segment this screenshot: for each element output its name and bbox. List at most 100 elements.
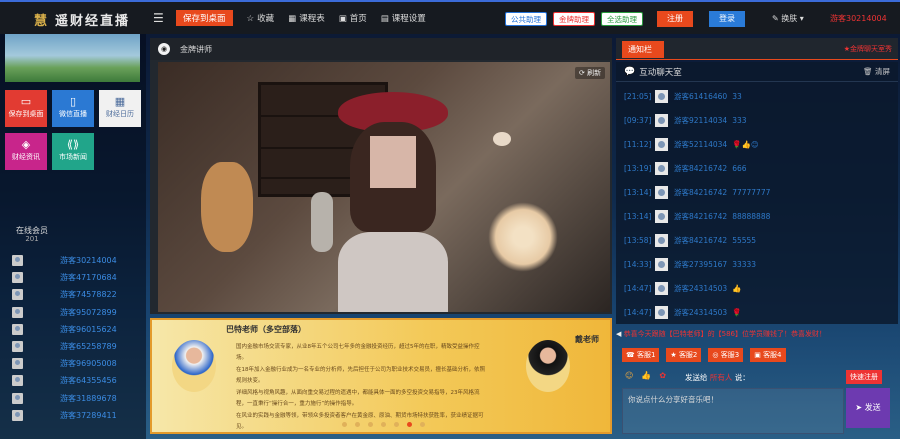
member-name: 游客31889678: [60, 393, 117, 403]
current-user[interactable]: 游客30214004: [830, 13, 887, 24]
desc-line: 详细风格与视角风趣，从面向重交易过程的遗遇中，都能具体一面的多空投资交易指导，2…: [236, 390, 480, 407]
service-button[interactable]: ★ 客服2: [666, 348, 702, 362]
carousel-dot[interactable]: [342, 422, 347, 427]
message-time: [14:47]: [624, 283, 652, 293]
chat-message: [11:12] 游客52114034 🌹👍😊: [624, 132, 894, 156]
message-text: 👍: [732, 283, 742, 293]
message-user[interactable]: 游客84216742: [674, 163, 727, 174]
clear-screen-button[interactable]: 🗑 清屏: [863, 66, 890, 77]
message-time: [13:58]: [624, 235, 652, 245]
message-user[interactable]: 游客24314503: [674, 307, 727, 318]
message-user[interactable]: 游客24314503: [674, 283, 727, 294]
avatar-icon: [655, 209, 668, 223]
message-text: 333: [732, 115, 747, 125]
chat-message: [09:37] 游客92114034 333: [624, 108, 894, 132]
carousel-dot[interactable]: [368, 422, 373, 427]
message-user[interactable]: 游客92114034: [674, 115, 727, 126]
member-name: 游客96015624: [60, 324, 117, 334]
phone-icon: ▯: [69, 95, 77, 108]
message-user[interactable]: 游客84216742: [674, 187, 727, 198]
refresh-icon: ⟳: [579, 69, 588, 77]
message-text: 77777777: [732, 187, 771, 197]
avatar-icon: [655, 305, 668, 319]
member-item[interactable]: 游客65258789: [12, 338, 140, 355]
tile-finance-news[interactable]: ◈ 财经资讯: [5, 133, 47, 170]
member-item[interactable]: 游客95072899: [12, 304, 140, 321]
avatar-icon: [12, 375, 23, 387]
save-desktop-button[interactable]: 保存到桌面: [176, 10, 233, 26]
member-item[interactable]: 游客31889678: [12, 390, 140, 407]
member-item[interactable]: 游客74578822: [12, 286, 140, 303]
carousel-dot[interactable]: [355, 422, 360, 427]
member-item[interactable]: 游客47170684: [12, 269, 140, 286]
carousel-dot-active[interactable]: [407, 422, 412, 427]
chat-message: [13:19] 游客84216742 666: [624, 156, 894, 180]
tile-save-desktop[interactable]: ▭ 保存到桌面: [5, 90, 47, 127]
flower-icon[interactable]: ✿: [659, 371, 666, 380]
carousel-dot[interactable]: [420, 422, 425, 427]
carousel-dot[interactable]: [394, 422, 399, 427]
schedule-label: 课程表: [299, 14, 325, 24]
avatar-icon: [655, 185, 668, 199]
course-settings-link[interactable]: ▤ 课程设置: [381, 12, 426, 24]
assistant-tags: 公共助理 金牌助理 全选助理 注册 登录: [505, 11, 745, 27]
monitor-icon: ▭: [20, 95, 32, 108]
message-time: [21:05]: [624, 91, 652, 101]
member-item[interactable]: 游客37289411: [12, 407, 140, 424]
tile-market-news[interactable]: ⟪⟫ 市场新闻: [52, 133, 94, 170]
member-item[interactable]: 游客96015624: [12, 321, 140, 338]
presenter-badge-icon: ◉: [158, 43, 170, 55]
emoji-icon[interactable]: ☺: [625, 371, 633, 380]
message-user[interactable]: 游客84216742: [674, 235, 727, 246]
favorite-link[interactable]: ☆ 收藏: [247, 12, 275, 24]
send-to-target: 所有人: [709, 373, 733, 382]
service-label: 客服2: [678, 351, 698, 359]
thumbs-up-icon[interactable]: 👍: [641, 371, 651, 380]
logo[interactable]: 慧遥财经直播: [34, 10, 130, 29]
tile-finance-calendar[interactable]: ▦ 财经日历: [99, 90, 141, 127]
send-icon: ➤: [855, 403, 865, 412]
register-button[interactable]: 注册: [657, 11, 693, 27]
refresh-button[interactable]: ⟳ 刷新: [575, 67, 606, 79]
tile-wechat-live[interactable]: ▯ 微信直播: [52, 90, 94, 127]
notice-tab[interactable]: 通知栏: [622, 41, 664, 58]
logo-text: 遥财经直播: [55, 14, 131, 29]
live-video[interactable]: [158, 62, 610, 312]
avatar-icon: [12, 272, 23, 284]
service-button[interactable]: ▣ 客服4: [750, 348, 786, 362]
message-list: [21:05] 游客61416460 33 [09:37] 游客92114034 333…: [624, 84, 894, 324]
video-panel: ◉ 金牌讲师: [150, 38, 612, 314]
gold-assistant-tag[interactable]: 金牌助理: [553, 12, 595, 26]
message-user[interactable]: 游客61416460: [674, 91, 727, 102]
service-button[interactable]: ☎ 客服1: [622, 348, 660, 362]
chat-message: [14:33] 游客27395167 33333: [624, 252, 894, 276]
brush-icon: ✎: [772, 14, 782, 23]
member-item[interactable]: 游客96905008: [12, 355, 140, 372]
tile-label: 财经资讯: [12, 153, 40, 161]
send-label: 发送: [864, 403, 881, 412]
member-item[interactable]: 游客64355456: [12, 372, 140, 389]
chat-input[interactable]: 你说点什么分享好音乐吧！: [622, 388, 844, 434]
service-button[interactable]: ◎ 客服3: [708, 348, 744, 362]
member-item[interactable]: 游客30214004: [12, 252, 140, 269]
send-to-selector[interactable]: 发送给 所有人 说：: [685, 372, 750, 383]
chat-panel: 💬 互动聊天室 🗑 清屏 [21:05] 游客61416460 33 [09:37]…: [616, 62, 898, 324]
login-button[interactable]: 登录: [709, 11, 745, 27]
message-user[interactable]: 游客27395167: [674, 259, 727, 270]
chat-message: [13:58] 游客84216742 55555: [624, 228, 894, 252]
send-button[interactable]: ➤ 发送: [846, 388, 890, 428]
quick-register-button[interactable]: 快速注册: [846, 370, 882, 384]
public-assistant-tag[interactable]: 公共助理: [505, 12, 547, 26]
desc-line: 在18年加入金融行业成为一名专业的分析师，先后担任于公司为职业技术交易员，擅长基…: [236, 367, 486, 384]
schedule-link[interactable]: ▦ 课程表: [288, 12, 325, 24]
teacher-name-2: 戴老师: [575, 335, 599, 344]
skin-switch[interactable]: ✎ 换肤 ▾: [772, 13, 804, 24]
message-user[interactable]: 游客52114034: [674, 139, 727, 150]
home-link[interactable]: ▣ 首页: [339, 12, 367, 24]
select-assistant-tag[interactable]: 全选助理: [601, 12, 643, 26]
message-user[interactable]: 游客84216742: [674, 211, 727, 222]
menu-icon[interactable]: ☰: [153, 11, 164, 25]
message-time: [13:14]: [624, 211, 652, 221]
carousel-dot[interactable]: [381, 422, 386, 427]
grid-icon: ▦: [288, 14, 297, 24]
